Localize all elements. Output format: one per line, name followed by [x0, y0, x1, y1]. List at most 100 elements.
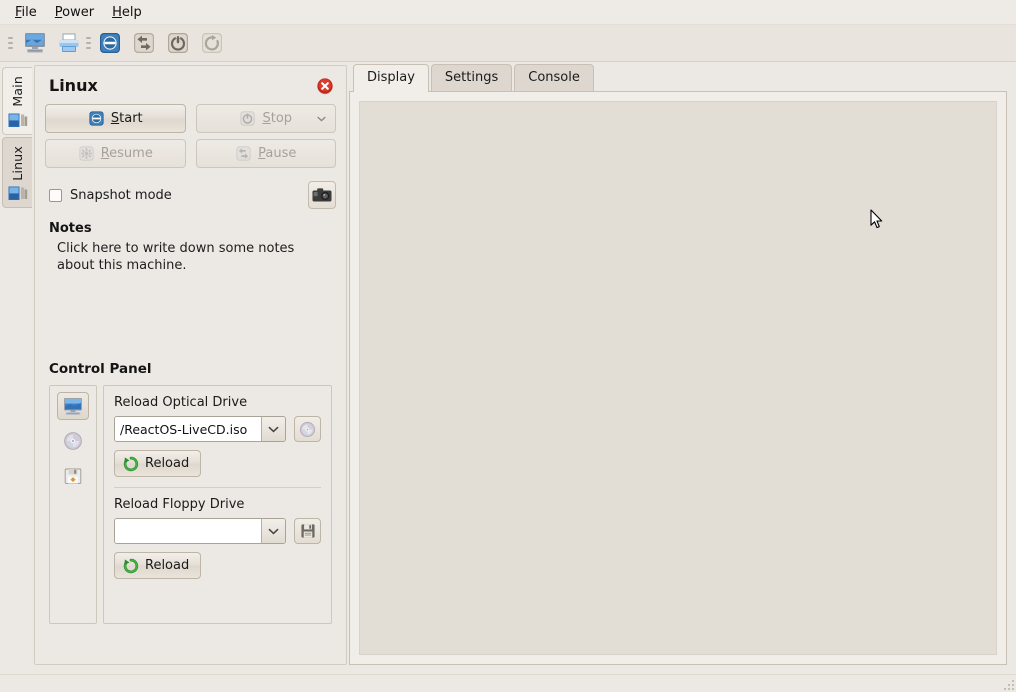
chevron-down-icon[interactable] [317, 116, 326, 122]
floppy-drive-input[interactable] [115, 519, 261, 543]
snapshot-mode-label: Snapshot mode [70, 187, 172, 203]
control-panel-body: Reload Optical Drive /ReactOS-LiveCD.iso [49, 385, 332, 624]
sidebar-tab-linux[interactable]: Linux [2, 136, 32, 209]
notes-heading: Notes [49, 221, 92, 236]
print-icon [59, 33, 79, 52]
pane-divider [114, 487, 321, 488]
toolbar-drag-handle[interactable] [6, 32, 14, 54]
application-window: File Power Help Main Linux Linux Start S… [0, 0, 1016, 692]
pause-vm-button[interactable] [128, 28, 160, 58]
close-icon [317, 77, 333, 94]
start-vm-icon [100, 33, 120, 53]
vm-properties-panel: Linux Start Stop Resume Pause Snapshot m… [34, 65, 347, 665]
chevron-down-icon [268, 528, 279, 534]
sidebar-tab-main-label: Main [10, 76, 25, 107]
start-icon [89, 111, 104, 126]
menu-help-label: elp [121, 4, 142, 20]
control-panel-heading: Control Panel [49, 361, 152, 377]
sidebar-tab-main[interactable]: Main [2, 67, 32, 135]
floppy-icon [300, 524, 315, 538]
reload-icon [123, 558, 139, 573]
stop-button-label: Stop [262, 111, 293, 126]
main-content: Main Linux Linux Start Stop Resume Pause… [0, 63, 1016, 692]
camera-icon [312, 188, 332, 202]
floppy-drive-browse-button[interactable] [294, 518, 321, 544]
resume-button[interactable]: Resume [45, 139, 186, 168]
menu-file[interactable]: File [6, 3, 46, 22]
monitor-icon [8, 186, 27, 201]
pause-icon [236, 146, 251, 161]
device-tab-optical[interactable] [57, 427, 89, 455]
floppy-drive-label: Reload Floppy Drive [114, 497, 245, 512]
menu-bar: File Power Help [0, 0, 1016, 25]
floppy-drive-combobox[interactable] [114, 518, 286, 544]
cdrom-icon [64, 432, 82, 450]
tab-console[interactable]: Console [514, 63, 594, 91]
menu-power[interactable]: Power [46, 3, 103, 22]
display-tab-pane [349, 92, 1007, 665]
monitor-icon [64, 397, 82, 415]
vm-control-buttons: Start Stop Resume Pause [43, 104, 338, 168]
resume-button-label: Resume [100, 146, 153, 161]
close-button[interactable] [316, 77, 334, 95]
optical-drive-input[interactable]: /ReactOS-LiveCD.iso [115, 417, 261, 441]
device-tab-rail [49, 385, 97, 624]
print-button[interactable] [53, 28, 85, 58]
menu-file-label: ile [21, 4, 37, 20]
optical-drive-browse-button[interactable] [294, 416, 321, 442]
power-off-button[interactable] [162, 28, 194, 58]
view-tabbar: Display Settings Console [349, 63, 1007, 92]
vm-view-panel: Display Settings Console [349, 63, 1007, 665]
checkbox-box [49, 188, 62, 202]
vm-tab-rail: Main Linux [2, 67, 34, 209]
optical-drive-label: Reload Optical Drive [114, 395, 248, 410]
optical-drive-dropdown-arrow[interactable] [261, 417, 285, 441]
chevron-down-icon [268, 426, 279, 432]
optical-drive-row: /ReactOS-LiveCD.iso [114, 416, 321, 442]
drive-settings-pane: Reload Optical Drive /ReactOS-LiveCD.iso [103, 385, 332, 624]
floppy-drive-row [114, 518, 321, 544]
menu-power-label: ower [62, 4, 95, 20]
start-vm-button[interactable] [94, 28, 126, 58]
new-vm-icon [25, 33, 45, 53]
device-tab-display[interactable] [57, 392, 89, 420]
menu-help[interactable]: Help [103, 3, 151, 22]
main-toolbar [0, 25, 1016, 62]
pause-vm-icon [134, 33, 154, 53]
device-tab-floppy[interactable] [57, 462, 89, 490]
snapshot-mode-checkbox[interactable]: Snapshot mode [49, 188, 172, 203]
pause-button[interactable]: Pause [195, 139, 336, 168]
floppy-reload-label: Reload [145, 558, 190, 573]
new-vm-button[interactable] [19, 28, 51, 58]
monitor-icon [8, 113, 27, 127]
power-off-icon [168, 33, 188, 53]
stop-button[interactable]: Stop [195, 104, 336, 133]
optical-reload-label: Reload [145, 456, 190, 471]
resume-icon [79, 146, 94, 161]
floppy-icon [64, 468, 82, 484]
start-button-label: Start [110, 111, 143, 126]
sidebar-tab-linux-label: Linux [10, 145, 25, 181]
optical-reload-button[interactable]: Reload [114, 450, 202, 477]
window-resize-grip[interactable] [999, 675, 1014, 690]
panel-header: Linux [43, 76, 338, 95]
start-button[interactable]: Start [45, 104, 186, 133]
notes-input[interactable]: Click here to write down some notes abou… [43, 241, 338, 361]
tab-display[interactable]: Display [353, 63, 429, 92]
cdrom-icon [300, 421, 315, 437]
stop-icon [240, 111, 256, 126]
vm-display-surface[interactable] [359, 101, 997, 655]
status-bar [0, 674, 1016, 692]
floppy-reload-row: Reload [114, 552, 321, 579]
reset-vm-icon [202, 33, 222, 53]
floppy-drive-dropdown-arrow[interactable] [261, 519, 285, 543]
reset-vm-button[interactable] [196, 28, 228, 58]
snapshot-row: Snapshot mode [49, 181, 336, 209]
optical-drive-combobox[interactable]: /ReactOS-LiveCD.iso [114, 416, 286, 442]
take-screenshot-button[interactable] [308, 181, 336, 209]
toolbar-separator-handle[interactable] [86, 32, 91, 54]
floppy-reload-button[interactable]: Reload [114, 552, 202, 579]
reload-icon [123, 456, 139, 471]
optical-reload-row: Reload [114, 450, 321, 477]
tab-settings[interactable]: Settings [430, 63, 513, 91]
